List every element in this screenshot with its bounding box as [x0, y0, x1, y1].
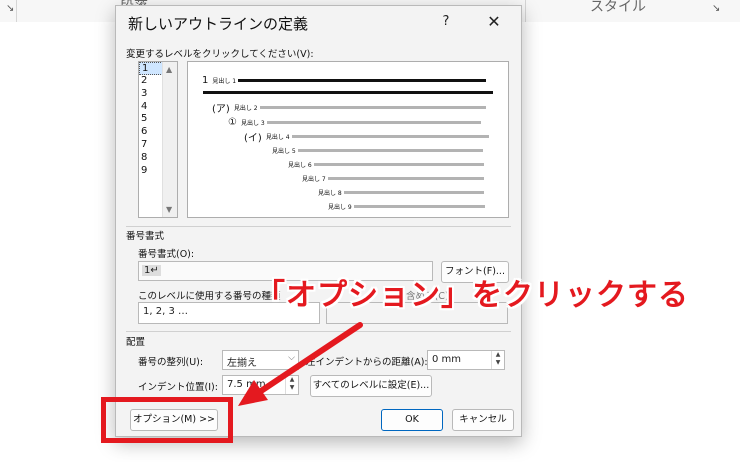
- annotation-arrow-head: [238, 380, 268, 406]
- annotation-highlight-box: [101, 397, 233, 443]
- annotation-callout-text: 「オプション」をクリックする: [255, 278, 689, 313]
- annotation-arrow-shaft: [255, 322, 363, 396]
- annotation-arrow: [238, 322, 363, 406]
